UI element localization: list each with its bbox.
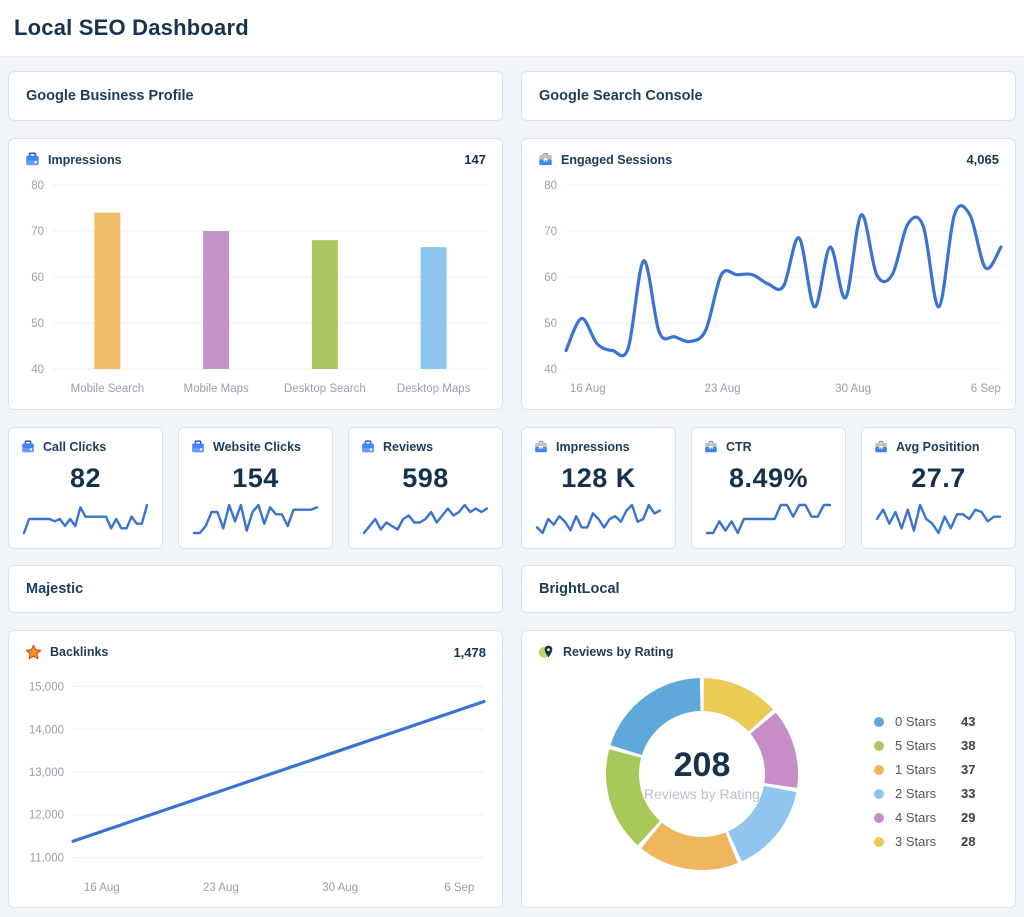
google-business-profile-icon [192, 440, 204, 453]
page-header: Local SEO Dashboard [0, 0, 1024, 57]
card-total-value: 1,478 [453, 644, 486, 660]
card-title: Backlinks [50, 645, 109, 659]
section-google-search-console: Google Search Console [521, 71, 1016, 121]
legend-dot [874, 788, 884, 799]
kpi-label: Impressions [556, 440, 630, 454]
kpi-sparkline [522, 499, 675, 541]
google-business-profile-icon [22, 440, 34, 453]
card-title: Reviews by Rating [563, 645, 674, 659]
svg-text:Desktop Search: Desktop Search [284, 383, 366, 395]
svg-text:60: 60 [31, 272, 44, 284]
svg-text:Mobile Search: Mobile Search [71, 383, 145, 395]
kpi-website-clicks: Website Clicks 154 [178, 427, 333, 549]
legend-item-1-stars[interactable]: 1 Stars 37 [874, 762, 975, 777]
svg-text:16 Aug: 16 Aug [84, 882, 120, 894]
svg-text:30 Aug: 30 Aug [322, 882, 358, 894]
google-search-console-icon [539, 152, 552, 166]
section-label: Google Business Profile [26, 88, 194, 104]
svg-text:15,000: 15,000 [29, 682, 64, 694]
svg-text:12,000: 12,000 [29, 810, 64, 822]
legend-dot [874, 764, 884, 775]
svg-text:50: 50 [544, 318, 557, 330]
kpi-sparkline [179, 499, 332, 541]
brightlocal-pin-icon [538, 645, 553, 658]
google-search-console-icon [875, 440, 887, 453]
google-business-profile-icon [362, 440, 374, 453]
donut-legend: 0 Stars 43 5 Stars 38 1 Stars 37 2 Stars… [874, 714, 975, 849]
legend-dot [874, 716, 884, 727]
kpi-impressions: Impressions 128 K [521, 427, 676, 549]
backlinks-card: Backlinks 1,478 11,000 12,000 13,000 14,000… [8, 630, 503, 908]
svg-text:13,000: 13,000 [29, 767, 64, 779]
kpi-label: Reviews [383, 440, 434, 454]
svg-text:11,000: 11,000 [30, 852, 64, 864]
svg-text:40: 40 [31, 364, 44, 376]
kpi-label: Avg Positition [896, 440, 980, 454]
section-label: Google Search Console [539, 88, 703, 104]
google-search-console-icon [705, 440, 717, 453]
google-search-console-icon [535, 440, 547, 453]
card-title: Impressions [48, 152, 122, 167]
majestic-star-icon [25, 644, 42, 660]
kpi-label: Website Clicks [213, 440, 302, 454]
engaged-sessions-card: Engaged Sessions 4,065 40 50 60 70 80 16 Aug 2… [521, 138, 1016, 410]
svg-text:23 Aug: 23 Aug [203, 882, 239, 894]
legend-item-4-stars[interactable]: 4 Stars 29 [874, 810, 975, 825]
legend-item-2-stars[interactable]: 2 Stars 33 [874, 786, 975, 801]
kpi-sparkline [862, 499, 1015, 541]
legend-item-0-stars[interactable]: 0 Stars 43 [874, 714, 975, 729]
svg-text:Mobile Maps: Mobile Maps [184, 383, 249, 395]
svg-text:40: 40 [544, 364, 557, 376]
card-total-value: 4,065 [966, 152, 999, 167]
svg-text:70: 70 [544, 226, 557, 238]
legend-dot [874, 812, 884, 823]
svg-text:6 Sep: 6 Sep [444, 882, 474, 894]
svg-text:50: 50 [31, 318, 44, 330]
kpi-value: 128 K [561, 463, 636, 493]
kpi-value: 27.7 [911, 463, 966, 493]
kpi-value: 154 [232, 463, 279, 493]
kpi-value: 82 [69, 463, 102, 493]
svg-text:23 Aug: 23 Aug [705, 383, 741, 395]
kpi-value: 598 [402, 463, 449, 493]
section-label: Majestic [26, 581, 84, 597]
svg-text:80: 80 [31, 180, 44, 192]
svg-text:Desktop Maps: Desktop Maps [397, 383, 471, 395]
svg-text:70: 70 [31, 226, 44, 238]
kpi-sparkline [692, 499, 845, 541]
svg-text:16 Aug: 16 Aug [570, 383, 606, 395]
section-brightlocal: BrightLocal [521, 565, 1016, 613]
kpi-sparkline [9, 499, 162, 541]
svg-text:14,000: 14,000 [29, 724, 64, 736]
legend-item-5-stars[interactable]: 5 Stars 38 [874, 738, 975, 753]
svg-text:30 Aug: 30 Aug [835, 383, 871, 395]
section-majestic: Majestic [8, 565, 503, 613]
kpi-value: 8.49% [728, 463, 809, 493]
svg-text:6 Sep: 6 Sep [971, 383, 1001, 395]
legend-dot [874, 836, 884, 847]
engaged-sessions-line-chart: 40 50 60 70 80 16 Aug 23 Aug 30 Aug 6 Sep [522, 169, 1015, 401]
kpi-sparkline [349, 499, 502, 541]
section-google-business-profile: Google Business Profile [8, 71, 503, 121]
card-title: Engaged Sessions [561, 152, 673, 167]
svg-text:80: 80 [544, 180, 557, 192]
kpi-avg-position: Avg Positition 27.7 [861, 427, 1016, 549]
legend-item-3-stars[interactable]: 3 Stars 28 [874, 834, 975, 849]
reviews-by-rating-card: Reviews by Rating 208 Reviews by Rating … [521, 630, 1016, 908]
kpi-label: CTR [726, 440, 752, 454]
card-total-value: 147 [464, 152, 486, 167]
legend-dot [874, 740, 884, 751]
page-title: Local SEO Dashboard [14, 15, 249, 40]
impressions-card: Impressions 147 40 50 60 70 80 Mobile Search M… [8, 138, 503, 410]
backlinks-line-chart: 11,000 12,000 13,000 14,000 15,000 16 Aug 23 A… [9, 662, 502, 900]
kpi-ctr: CTR 8.49% [691, 427, 846, 549]
google-business-profile-icon [26, 152, 39, 166]
kpi-call-clicks: Call Clicks 82 [8, 427, 163, 549]
svg-text:60: 60 [544, 272, 557, 284]
kpi-label: Call Clicks [43, 440, 107, 454]
section-label: BrightLocal [539, 581, 620, 597]
local-seo-dashboard: Local SEO Dashboard Google Business Prof… [0, 0, 1024, 917]
kpi-reviews: Reviews 598 [348, 427, 503, 549]
impressions-bar-chart: 40 50 60 70 80 Mobile Search Mobile Maps Deskto… [9, 169, 502, 401]
